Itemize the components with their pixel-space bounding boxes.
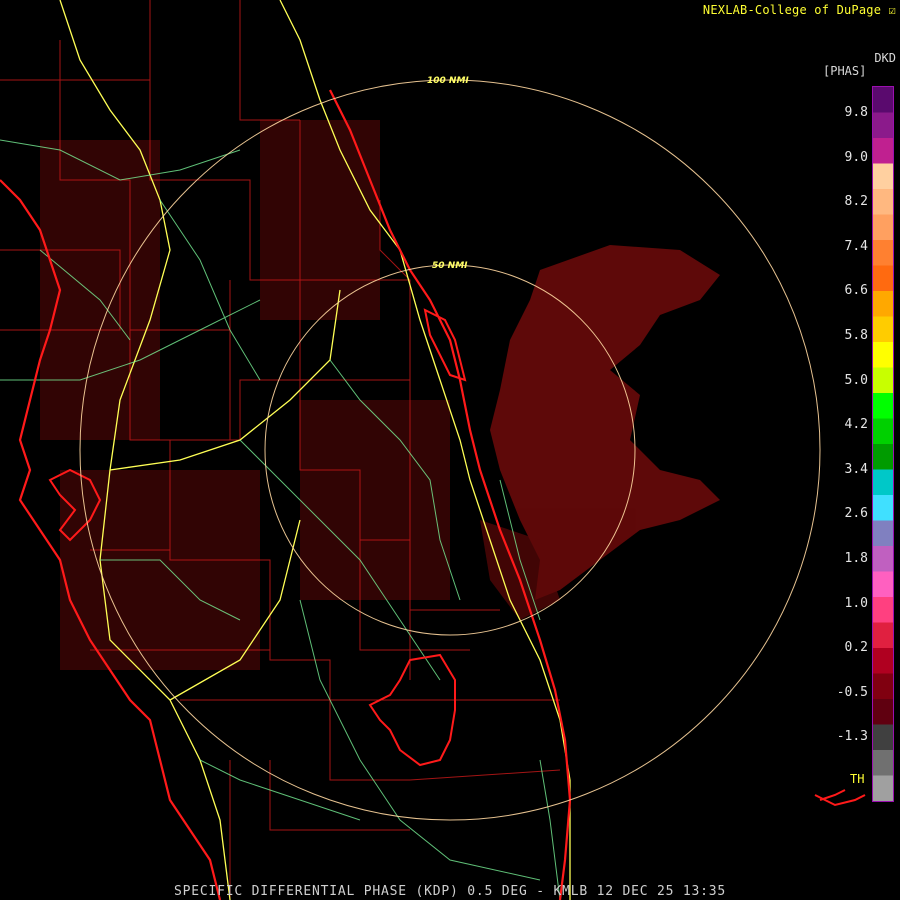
color-scale-tick: 3.4 xyxy=(844,461,868,477)
color-scale-tick: 1.0 xyxy=(844,595,868,611)
color-scale-tick: 1.8 xyxy=(844,551,868,566)
ring-100nmi-label: 100 NMI xyxy=(427,76,469,86)
credit-icon: ☑ xyxy=(888,3,896,17)
color-scale-tick: 4.2 xyxy=(844,417,868,433)
indian-river-lagoon xyxy=(423,308,467,382)
radar-map: 100 NMI 50 NMI xyxy=(0,0,866,900)
color-scale-tick: 8.2 xyxy=(844,194,868,210)
color-scale-tick: 9.0 xyxy=(844,149,868,165)
color-scale-tick: 5.8 xyxy=(844,328,868,343)
color-scale-tick: 6.6 xyxy=(844,283,868,299)
legend-unit: [PHAS] xyxy=(823,64,867,78)
product-caption: SPECIFIC DIFFERENTIAL PHASE (KDP) 0.5 DE… xyxy=(173,884,727,899)
legend-product: DKD xyxy=(874,51,896,65)
credit-text: NEXLAB-College of DuPage xyxy=(702,3,882,17)
color-scale-bar xyxy=(872,86,894,802)
color-scale-tick: 7.4 xyxy=(844,238,868,254)
color-scale-tick: 0.2 xyxy=(844,640,868,656)
ring-50nmi-label: 50 NMI xyxy=(432,261,468,271)
color-scale-tick: 2.6 xyxy=(844,506,868,522)
ground-clutter xyxy=(40,120,450,670)
radar-echoes xyxy=(480,245,720,620)
threshold-label: TH xyxy=(850,772,865,786)
lake-okeechobee xyxy=(368,653,456,767)
color-scale-tick: -0.5 xyxy=(836,684,868,700)
color-scale-tick: 5.0 xyxy=(844,372,868,388)
color-scale-tick: 9.8 xyxy=(844,105,868,120)
color-scale-tick: -1.3 xyxy=(836,729,868,745)
credit-label: NEXLAB-College of DuPage ☑ xyxy=(703,3,896,17)
